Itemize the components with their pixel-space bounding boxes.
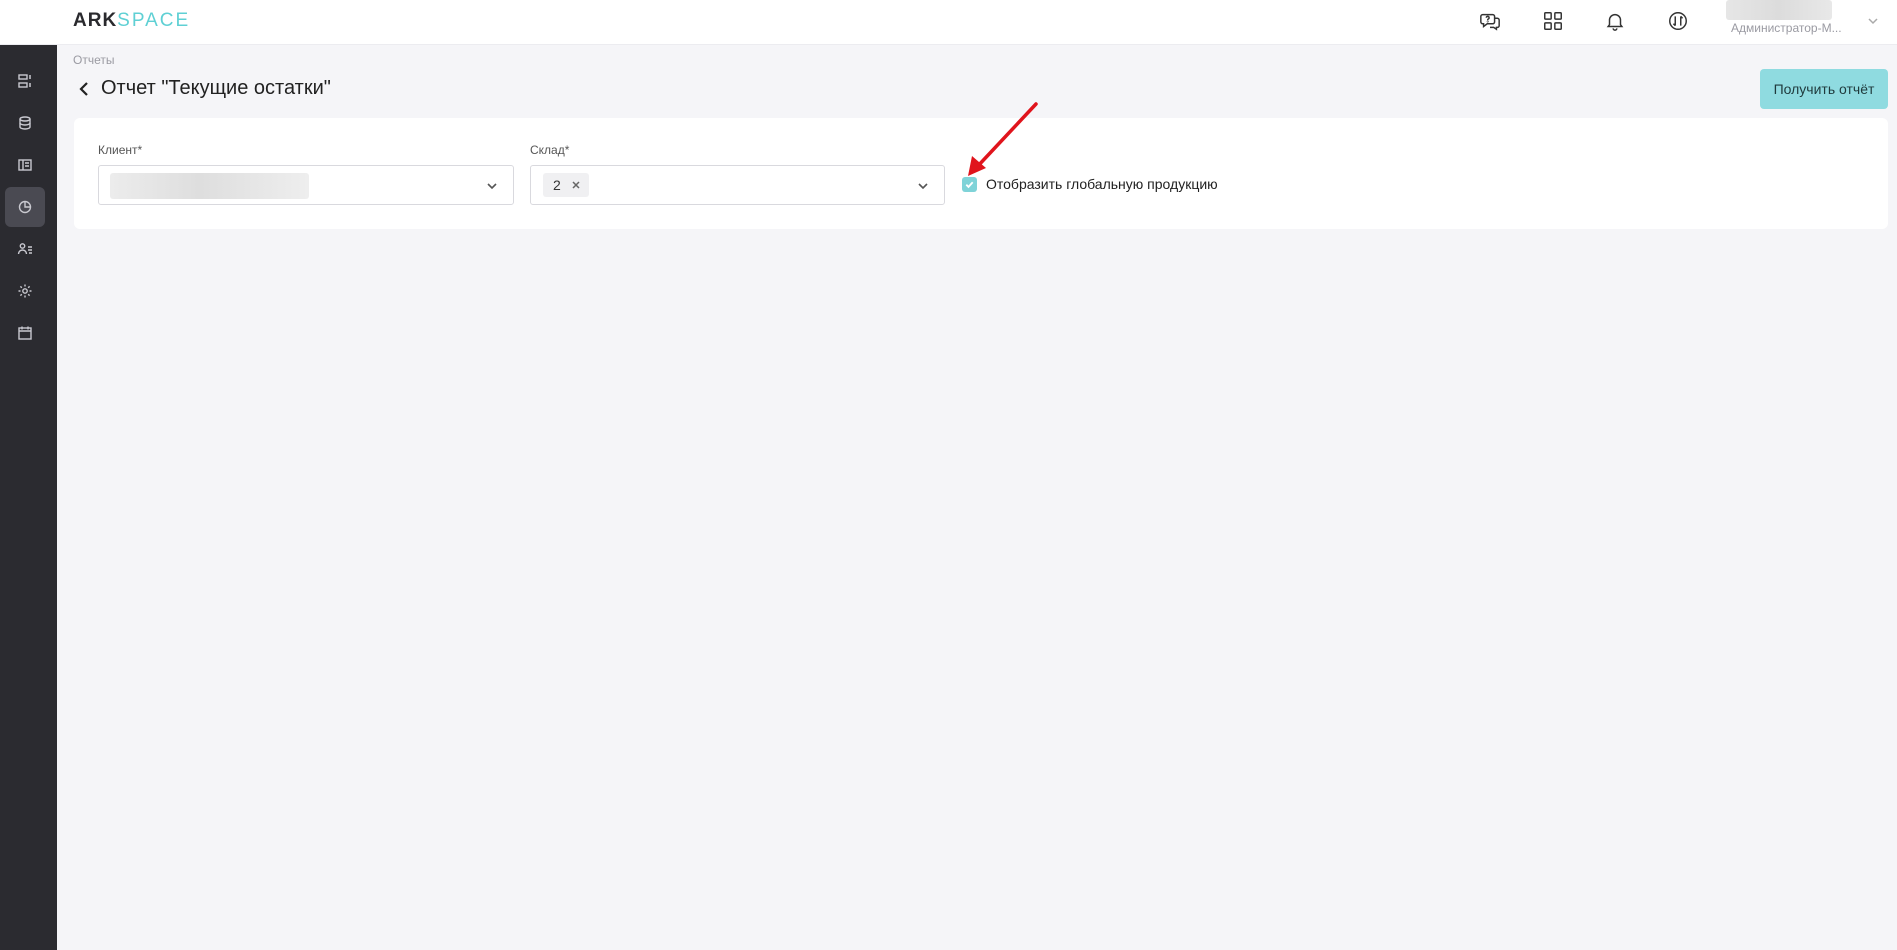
warehouse-tag-label: 2 <box>553 177 561 193</box>
app-logo[interactable]: ARKSPACE <box>73 9 190 33</box>
user-menu[interactable]: Администратор-М... <box>1726 0 1876 45</box>
sidebar <box>0 45 57 950</box>
apps-grid-icon[interactable] <box>1540 8 1566 34</box>
users-icon <box>17 243 32 255</box>
client-value-blurred <box>110 173 309 199</box>
sidebar-item-layout[interactable] <box>5 145 45 185</box>
chevron-down-icon <box>485 179 499 193</box>
back-arrow-icon[interactable] <box>76 80 94 98</box>
sync-icon[interactable] <box>1665 8 1691 34</box>
warehouse-tag: 2 <box>543 173 589 197</box>
list-icon <box>18 74 31 88</box>
annotation-arrow-icon <box>968 102 1038 176</box>
warehouse-label: Склад* <box>530 143 570 157</box>
database-icon <box>19 116 31 130</box>
bell-icon[interactable] <box>1602 8 1628 34</box>
layout-icon <box>18 159 32 171</box>
client-select[interactable] <box>98 165 514 205</box>
sidebar-item-calendar[interactable] <box>5 313 45 353</box>
logo-text-light: SPACE <box>117 10 191 31</box>
support-chat-icon[interactable] <box>1477 8 1503 34</box>
check-icon <box>965 181 974 189</box>
logo-text-bold: ARK <box>73 10 118 31</box>
calendar-icon <box>18 326 32 340</box>
warehouse-select[interactable]: 2 <box>530 165 945 205</box>
gear-icon <box>18 284 32 298</box>
close-icon[interactable] <box>571 180 581 190</box>
user-name-blurred <box>1726 0 1832 20</box>
breadcrumb[interactable]: Отчеты <box>73 53 114 67</box>
sidebar-item-users[interactable] <box>5 229 45 269</box>
page-title: Отчет "Текущие остатки" <box>101 77 331 99</box>
reports-pie-icon <box>18 200 32 214</box>
get-report-button[interactable]: Получить отчёт <box>1760 69 1888 109</box>
sidebar-item-list[interactable] <box>5 61 45 101</box>
sidebar-item-settings[interactable] <box>5 271 45 311</box>
user-role: Администратор-М... <box>1731 21 1842 35</box>
top-bar: ARKSPACE Администратор-М... <box>0 0 1897 45</box>
chevron-down-icon[interactable] <box>1866 14 1880 28</box>
sidebar-item-reports[interactable] <box>5 187 45 227</box>
chevron-down-icon <box>916 179 930 193</box>
sidebar-item-database[interactable] <box>5 103 45 143</box>
client-label: Клиент* <box>98 143 143 157</box>
